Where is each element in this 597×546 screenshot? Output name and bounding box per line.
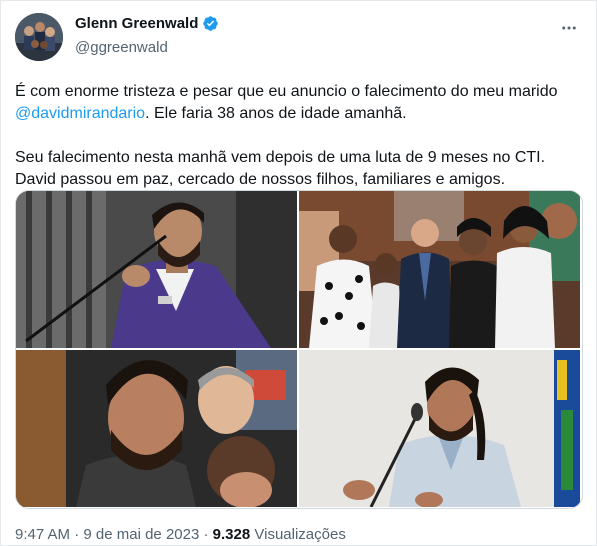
tweet-card[interactable]: Glenn Greenwald @ggreenwald É com enorme… <box>0 0 597 546</box>
tweet-text-segment: É com enorme tristeza e pesar que eu anu… <box>15 83 558 100</box>
verified-badge-icon <box>203 16 219 31</box>
avatar-image <box>15 13 63 61</box>
views-label: Visualizações <box>254 526 346 543</box>
author-handle[interactable]: @ggreenwald <box>75 39 168 56</box>
more-options-icon[interactable] <box>560 19 578 42</box>
photo-1[interactable] <box>16 191 297 348</box>
photo-4[interactable] <box>299 350 580 507</box>
separator: · <box>74 526 80 543</box>
tweet-time[interactable]: 9:47 AM <box>15 526 70 543</box>
avatar[interactable] <box>15 13 63 61</box>
tweet-text: É com enorme tristeza e pesar que eu anu… <box>15 81 585 191</box>
tweet-footer: 9:47 AM · 9 de mai de 2023 · 9.328 Visua… <box>15 526 346 543</box>
views-count: 9.328 <box>212 526 251 543</box>
photo-3[interactable] <box>16 350 297 507</box>
photo-2[interactable] <box>299 191 580 348</box>
media-grid <box>15 190 583 509</box>
author-name[interactable]: Glenn Greenwald <box>75 15 198 32</box>
tweet-date[interactable]: 9 de mai de 2023 <box>83 526 199 543</box>
tweet-paragraph-1: É com enorme tristeza e pesar que eu anu… <box>15 81 585 125</box>
separator: · <box>203 526 209 543</box>
tweet-paragraph-2: Seu falecimento nesta manhã vem depois d… <box>15 149 546 188</box>
author-name-row[interactable]: Glenn Greenwald <box>75 15 219 32</box>
mention-link[interactable]: @davidmirandario <box>15 105 145 122</box>
tweet-text-segment: . Ele faria 38 anos de idade amanhã. <box>145 105 407 122</box>
